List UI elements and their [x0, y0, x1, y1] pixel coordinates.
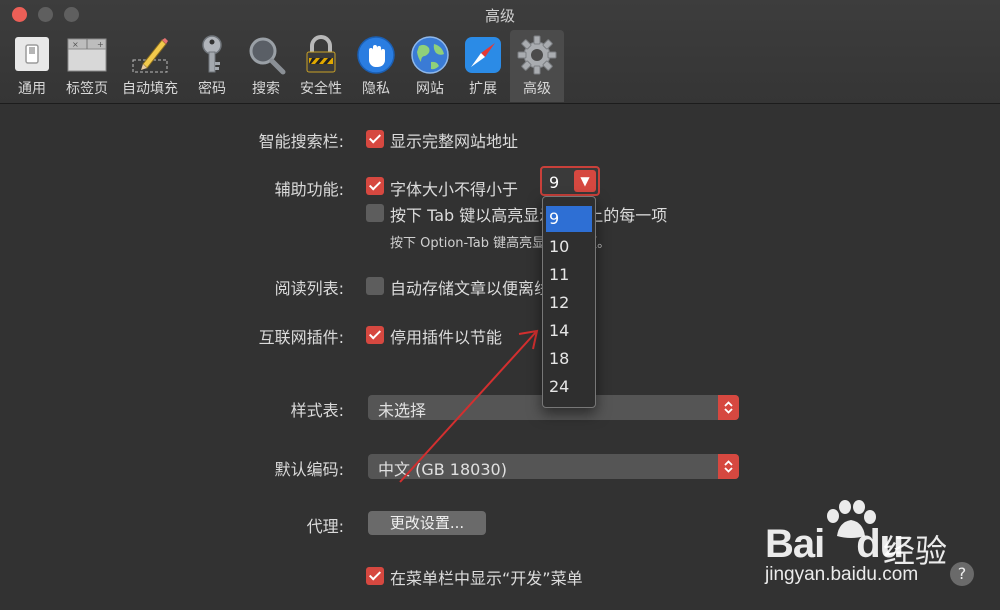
- baidu-logo-part: Bai: [765, 522, 825, 566]
- dropdown-option-18[interactable]: 18: [546, 346, 592, 372]
- dropdown-option-11[interactable]: 11: [546, 262, 592, 288]
- dropdown-option-14[interactable]: 14: [546, 318, 592, 344]
- dropdown-option-12[interactable]: 12: [546, 290, 592, 316]
- font-size-dropdown-menu: 9 10 11 12 14 18 24: [542, 196, 596, 408]
- baidu-jingyan-watermark: Bai du 经验 jingyan.baidu.com ?: [765, 500, 995, 600]
- help-icon[interactable]: ?: [950, 562, 974, 586]
- dropdown-option-24[interactable]: 24: [546, 374, 592, 400]
- dropdown-option-9[interactable]: 9: [546, 206, 592, 232]
- dropdown-option-10[interactable]: 10: [546, 234, 592, 260]
- safari-preferences-window: 高级 通用 × + 标签页 自动填充 密码 搜索 安全性 隐私 网站 扩展 高级…: [0, 0, 1000, 610]
- watermark-url: jingyan.baidu.com: [765, 564, 919, 585]
